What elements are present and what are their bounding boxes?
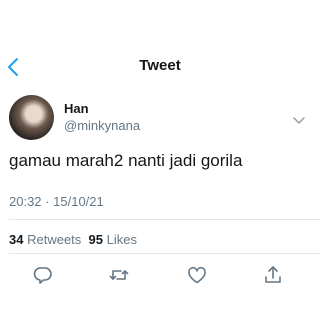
author-name[interactable]: Han [64,101,89,116]
page-title: Tweet [139,57,181,74]
retweets-count: 34 [9,232,24,247]
like-icon [188,266,206,284]
tweet-date: 15/10/21 [53,194,104,209]
likes-stat[interactable]: 95 Likes [89,232,137,247]
tweet-stats: 34 Retweets 95 Likes [9,232,137,247]
timestamp-separator: · [45,194,50,209]
retweets-stat[interactable]: 34 Retweets [9,232,81,247]
divider [9,253,320,254]
tweet-timestamp: 20:32 · 15/10/21 [9,194,104,209]
likes-label: Likes [106,232,137,247]
chevron-down-icon[interactable] [292,113,306,124]
reply-button[interactable] [32,264,54,286]
author-handle[interactable]: @minkynana [64,118,140,133]
retweet-icon [109,270,129,280]
retweets-label: Retweets [27,232,82,247]
retweet-button[interactable] [108,264,130,286]
divider [9,219,320,220]
like-button[interactable] [186,264,208,286]
tweet-text: gamau marah2 nanti jadi gorila [9,151,243,170]
avatar[interactable] [9,95,54,140]
share-icon [265,266,281,283]
reply-icon [33,267,52,284]
likes-count: 95 [88,232,103,247]
tweet-time: 20:32 [9,194,42,209]
share-button[interactable] [262,264,284,286]
